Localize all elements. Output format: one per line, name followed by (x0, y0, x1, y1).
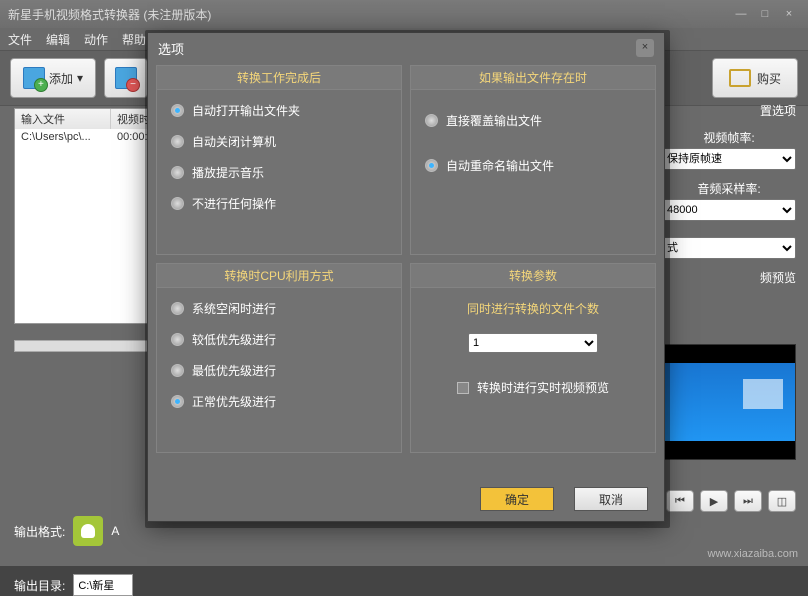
add-button[interactable]: + 添加 ▾ (10, 58, 96, 98)
output-dir-input[interactable] (73, 574, 133, 596)
output-dir-label: 输出目录: (14, 577, 65, 594)
radio-normal[interactable]: 正常优先级进行 (171, 393, 387, 410)
dialog-title: 选项 (158, 39, 636, 58)
group-if-exists: 如果输出文件存在时 直接覆盖输出文件 自动重命名输出文件 (410, 65, 656, 255)
output-dir-row: 输出目录: (14, 574, 133, 596)
menu-action[interactable]: 动作 (84, 31, 108, 48)
add-label: 添加 (49, 70, 73, 87)
group-title: 如果输出文件存在时 (411, 66, 655, 90)
radio-lower[interactable]: 较低优先级进行 (171, 331, 387, 348)
prev-button[interactable]: ⏮ (666, 490, 694, 512)
titlebar: 新星手机视频格式转换器 (未注册版本) — □ × (0, 0, 808, 28)
chevron-down-icon: ▾ (77, 71, 83, 85)
concurrent-select[interactable]: 1 (468, 333, 598, 353)
radio-icon (171, 333, 184, 346)
realtime-preview-checkbox[interactable]: 转换时进行实时视频预览 (457, 379, 609, 396)
radio-icon (171, 166, 184, 179)
group-title: 转换时CPU利用方式 (157, 264, 401, 288)
menu-edit[interactable]: 编辑 (46, 31, 70, 48)
group-title: 转换工作完成后 (157, 66, 401, 90)
radio-play-sound[interactable]: 播放提示音乐 (171, 164, 387, 181)
output-format-short: A (111, 524, 119, 538)
group-cpu-priority: 转换时CPU利用方式 系统空闲时进行 较低优先级进行 最低优先级进行 正常优先级… (156, 263, 402, 453)
film-icon: + (23, 67, 45, 89)
menu-help[interactable]: 帮助 (122, 31, 146, 48)
radio-overwrite[interactable]: 直接覆盖输出文件 (425, 112, 641, 129)
buy-label: 购买 (757, 70, 781, 87)
minimize-button[interactable]: — (730, 5, 752, 23)
radio-do-nothing[interactable]: 不进行任何操作 (171, 195, 387, 212)
checkbox-icon (457, 382, 469, 394)
next-button[interactable]: ⏭ (734, 490, 762, 512)
cell-file: C:\Users\pc\... (15, 129, 111, 147)
radio-shutdown[interactable]: 自动关闭计算机 (171, 133, 387, 150)
preview-overlay (743, 379, 783, 409)
radio-icon (171, 135, 184, 148)
plus-badge-icon: + (34, 78, 48, 92)
dialog-titlebar: 选项 × (148, 33, 664, 63)
close-icon[interactable]: × (636, 39, 654, 57)
radio-icon (171, 197, 184, 210)
main-window: 新星手机视频格式转换器 (未注册版本) — □ × 文件 编辑 动作 帮助 + … (0, 0, 808, 566)
ok-button[interactable]: 确定 (480, 487, 554, 511)
options-dialog: 选项 × 转换工作完成后 自动打开输出文件夹 自动关闭计算机 播放提示音乐 不进… (147, 32, 665, 522)
close-window-button[interactable]: × (778, 5, 800, 23)
radio-icon (171, 104, 184, 117)
radio-icon (425, 159, 438, 172)
framerate-select[interactable]: 保持原帧速 (662, 148, 796, 170)
group-convert-params: 转换参数 同时进行转换的文件个数 1 转换时进行实时视频预览 (410, 263, 656, 453)
window-title: 新星手机视频格式转换器 (未注册版本) (8, 6, 728, 23)
radio-idle[interactable]: 系统空闲时进行 (171, 300, 387, 317)
maximize-button[interactable]: □ (754, 5, 776, 23)
concurrent-caption: 同时进行转换的文件个数 (467, 300, 599, 317)
output-format-label: 输出格式: (14, 523, 65, 540)
right-panel: 置选项 视频帧率: 保持原帧速 音频采样率: 48000 式 频预览 (662, 108, 796, 286)
cart-icon (729, 69, 751, 87)
dialog-body: 转换工作完成后 自动打开输出文件夹 自动关闭计算机 播放提示音乐 不进行任何操作… (156, 65, 656, 473)
radio-lowest[interactable]: 最低优先级进行 (171, 362, 387, 379)
extra-select[interactable]: 式 (662, 237, 796, 259)
dialog-footer: 确定 取消 (480, 487, 648, 511)
group-title: 转换参数 (411, 264, 655, 288)
film-icon: − (115, 67, 137, 89)
framerate-label: 视频帧率: (662, 129, 796, 146)
radio-rename[interactable]: 自动重命名输出文件 (425, 157, 641, 174)
col-input[interactable]: 输入文件 (15, 109, 111, 129)
cancel-button[interactable]: 取消 (574, 487, 648, 511)
radio-icon (425, 114, 438, 127)
output-format-row: 输出格式: A (14, 516, 119, 546)
video-preview (662, 344, 796, 460)
menu-file[interactable]: 文件 (8, 31, 32, 48)
buy-button[interactable]: 购买 (712, 58, 798, 98)
remove-button[interactable]: − (104, 58, 148, 98)
options-head: 置选项 (662, 102, 796, 119)
radio-icon (171, 395, 184, 408)
snapshot-button[interactable]: ◫ (768, 490, 796, 512)
preview-head: 频预览 (662, 269, 796, 286)
group-after-convert: 转换工作完成后 自动打开输出文件夹 自动关闭计算机 播放提示音乐 不进行任何操作 (156, 65, 402, 255)
android-icon (73, 516, 103, 546)
minus-badge-icon: − (126, 78, 140, 92)
radio-open-folder[interactable]: 自动打开输出文件夹 (171, 102, 387, 119)
radio-icon (171, 302, 184, 315)
radio-icon (171, 364, 184, 377)
play-button[interactable]: ▶ (700, 490, 728, 512)
watermark: www.xiazaiba.com (708, 548, 798, 560)
media-controls: ⏮ ▶ ⏭ ◫ (666, 490, 796, 512)
samplerate-select[interactable]: 48000 (662, 199, 796, 221)
samplerate-label: 音频采样率: (662, 180, 796, 197)
